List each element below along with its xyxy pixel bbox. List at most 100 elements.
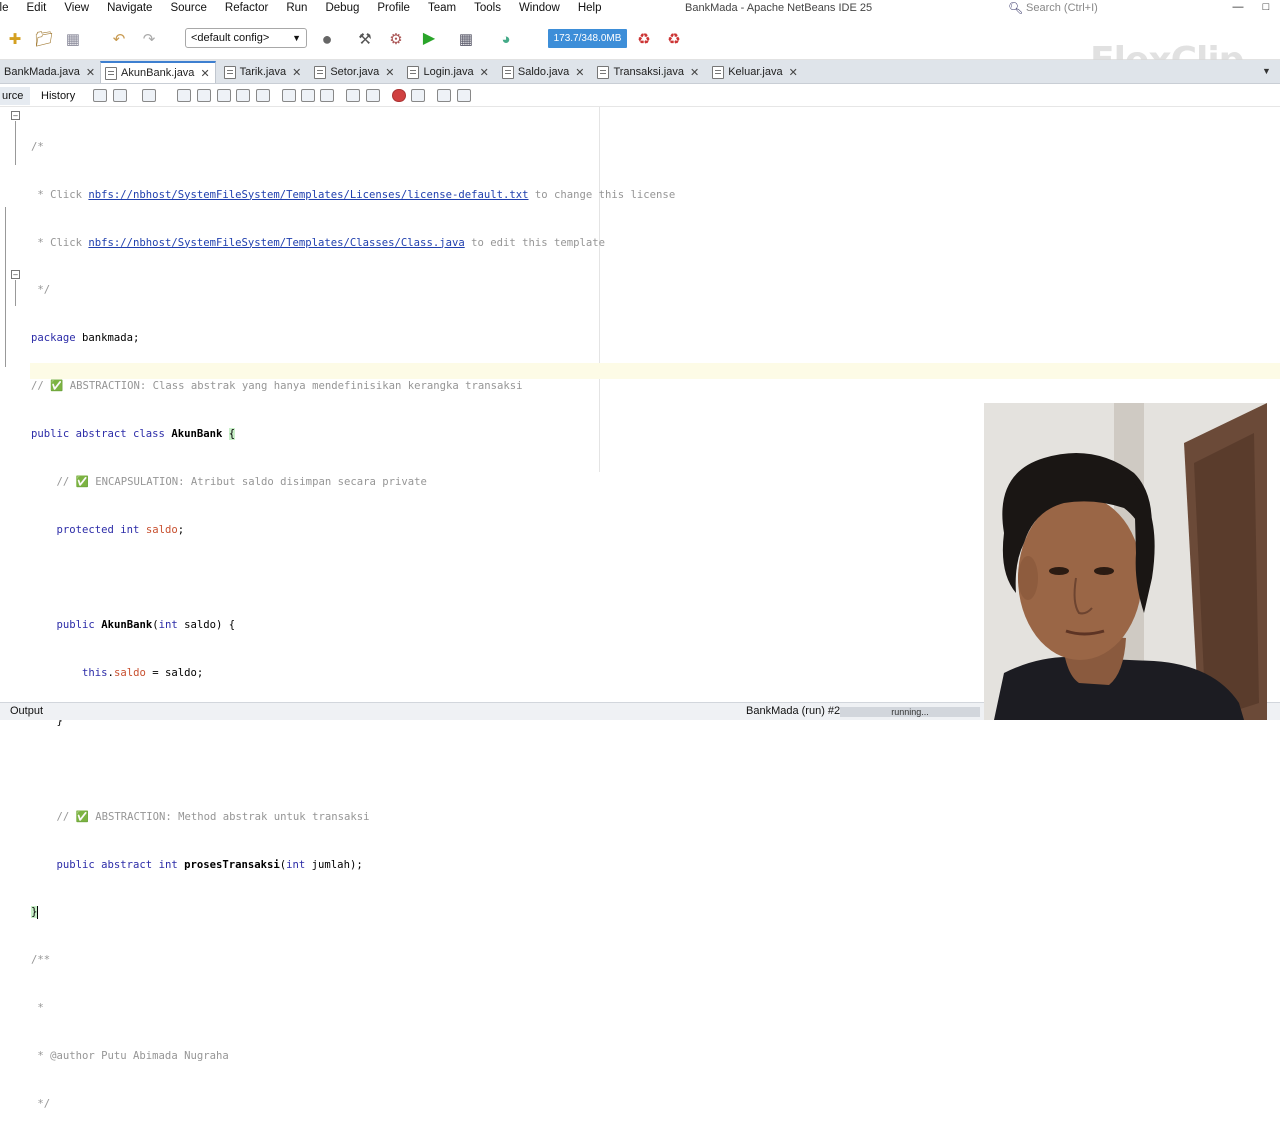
menu-navigate[interactable]: Navigate	[98, 0, 161, 16]
toggle-rect-select-icon[interactable]	[256, 89, 270, 102]
find-previous-icon[interactable]	[197, 89, 211, 102]
close-icon[interactable]: ✕	[292, 66, 301, 79]
clean-build-icon[interactable]: ⚙	[385, 28, 407, 50]
comment-icon[interactable]	[437, 89, 451, 102]
tab-label: Transaksi.java	[613, 66, 684, 78]
close-icon[interactable]: ✕	[385, 66, 394, 79]
close-icon[interactable]: ✕	[200, 67, 209, 80]
start-macro-icon[interactable]	[392, 89, 406, 102]
tab-transaksi[interactable]: Transaksi.java ✕	[593, 61, 704, 83]
open-project-icon[interactable]: 📁︎	[33, 28, 55, 50]
code-text: ;	[177, 523, 185, 536]
menu-profile[interactable]: Profile	[368, 0, 419, 16]
class-name: AkunBank	[171, 427, 223, 440]
debug-icon[interactable]: ▦	[455, 28, 477, 50]
menu-file[interactable]: ile	[0, 0, 18, 16]
source-view-button[interactable]: urce	[0, 87, 30, 105]
run-icon[interactable]: ▶	[418, 28, 440, 50]
tab-saldo[interactable]: Saldo.java ✕	[498, 61, 590, 83]
shift-left-icon[interactable]	[346, 89, 360, 102]
java-file-icon	[407, 65, 420, 79]
uncomment-icon[interactable]	[457, 89, 471, 102]
source-code: /* * Click nbfs://nbhost/SystemFileSyste…	[31, 108, 675, 1145]
tab-tarik[interactable]: Tarik.java ✕	[220, 61, 307, 83]
tab-setor[interactable]: Setor.java ✕	[310, 61, 399, 83]
tab-bankmada[interactable]: BankMada.java ✕	[0, 61, 100, 83]
progress-text: running...	[891, 707, 929, 717]
last-edit-icon[interactable]	[93, 89, 107, 102]
code-line: protected int saldo;	[31, 523, 675, 539]
menu-tools[interactable]: Tools	[465, 0, 510, 16]
maximize-icon[interactable]: □	[1252, 0, 1280, 15]
menu-refactor[interactable]: Refactor	[216, 0, 277, 16]
menu-help[interactable]: Help	[569, 0, 611, 16]
code-line: this.saldo = saldo;	[31, 666, 675, 682]
close-icon[interactable]: ✕	[480, 66, 489, 79]
close-icon[interactable]: ✕	[690, 66, 699, 79]
new-project-icon[interactable]: ✚	[4, 28, 26, 50]
keyword: protected int	[56, 523, 140, 536]
line-gutter: – –	[0, 107, 28, 702]
save-all-icon[interactable]: ▦	[62, 28, 84, 50]
output-window-tab[interactable]: Output	[10, 703, 43, 720]
fold-collapse-icon[interactable]: –	[11, 270, 20, 279]
code-line: public abstract int prosesTransaksi(int …	[31, 858, 675, 874]
menu-run[interactable]: Run	[277, 0, 316, 16]
java-file-icon	[314, 65, 327, 79]
next-bookmark-icon[interactable]	[301, 89, 315, 102]
running-process-label[interactable]: BankMada (run) #2	[746, 703, 840, 720]
tab-keluar[interactable]: Keluar.java ✕	[708, 61, 803, 83]
previous-bookmark-icon[interactable]	[282, 89, 296, 102]
forward-icon[interactable]	[142, 89, 156, 102]
keyword: public abstract int	[56, 858, 178, 871]
main-toolbar: ✚ 📁︎ ▦ ↶ ↷ <default config> ▼ ● ⚒ ⚙ ▶ ▦ …	[0, 18, 1280, 81]
code-line: * @author Putu Abimada Nugraha	[31, 1049, 229, 1062]
redo-icon[interactable]: ↷	[138, 28, 160, 50]
profile-icon[interactable]: ◕	[495, 28, 517, 50]
java-file-icon	[597, 65, 610, 79]
fold-collapse-icon[interactable]: –	[11, 111, 20, 120]
tab-list-dropdown-icon[interactable]: ▼	[1262, 66, 1274, 80]
license-link[interactable]: nbfs://nbhost/SystemFileSystem/Templates…	[88, 189, 528, 201]
menu-debug[interactable]: Debug	[316, 0, 368, 16]
memory-indicator[interactable]: 173.7/348.0MB	[548, 29, 627, 48]
keyword: public abstract class	[31, 427, 165, 440]
menu-source[interactable]: Source	[161, 0, 215, 16]
profiler-snapshot-icon[interactable]: ♻	[663, 28, 685, 50]
find-next-icon[interactable]	[217, 89, 231, 102]
build-hammer-icon[interactable]: ⚒	[354, 28, 376, 50]
back-icon[interactable]	[113, 89, 127, 102]
menu-window[interactable]: Window	[510, 0, 569, 16]
find-icon[interactable]	[177, 89, 191, 102]
editor-toolbar: urce History	[0, 85, 1280, 107]
minimize-icon[interactable]: —	[1224, 0, 1252, 15]
code-line: public abstract class AkunBank {	[31, 427, 675, 443]
tab-label: AkunBank.java	[121, 67, 195, 79]
menu-team[interactable]: Team	[419, 0, 465, 16]
undo-icon[interactable]: ↶	[108, 28, 130, 50]
tab-label: Saldo.java	[517, 66, 570, 78]
tab-label: Login.java	[423, 66, 474, 78]
tab-akunbank[interactable]: AkunBank.java ✕	[100, 61, 216, 83]
tab-login[interactable]: Login.java ✕	[403, 61, 493, 83]
globe-icon[interactable]: ●	[316, 28, 338, 50]
menu-view[interactable]: View	[55, 0, 98, 16]
code-line: */	[31, 1097, 51, 1110]
config-select[interactable]: <default config> ▼	[185, 28, 307, 48]
toggle-highlight-icon[interactable]	[236, 89, 250, 102]
close-icon[interactable]: ✕	[789, 66, 798, 79]
field-name: saldo	[113, 667, 146, 680]
gc-icon[interactable]: ♻	[633, 28, 655, 50]
close-icon[interactable]: ✕	[575, 66, 584, 79]
template-link[interactable]: nbfs://nbhost/SystemFileSystem/Templates…	[88, 237, 464, 249]
stop-macro-icon[interactable]	[411, 89, 425, 102]
history-view-button[interactable]: History	[41, 87, 75, 105]
tab-label: Tarik.java	[239, 66, 287, 78]
menu-edit[interactable]: Edit	[18, 0, 56, 16]
close-icon[interactable]: ✕	[86, 66, 95, 79]
shift-right-icon[interactable]	[366, 89, 380, 102]
search-input[interactable]: 🔍︎ Search (Ctrl+I)	[1008, 0, 1204, 15]
code-line: package bankmada;	[31, 331, 675, 347]
webcam-overlay	[984, 403, 1267, 720]
toggle-bookmark-icon[interactable]	[320, 89, 334, 102]
